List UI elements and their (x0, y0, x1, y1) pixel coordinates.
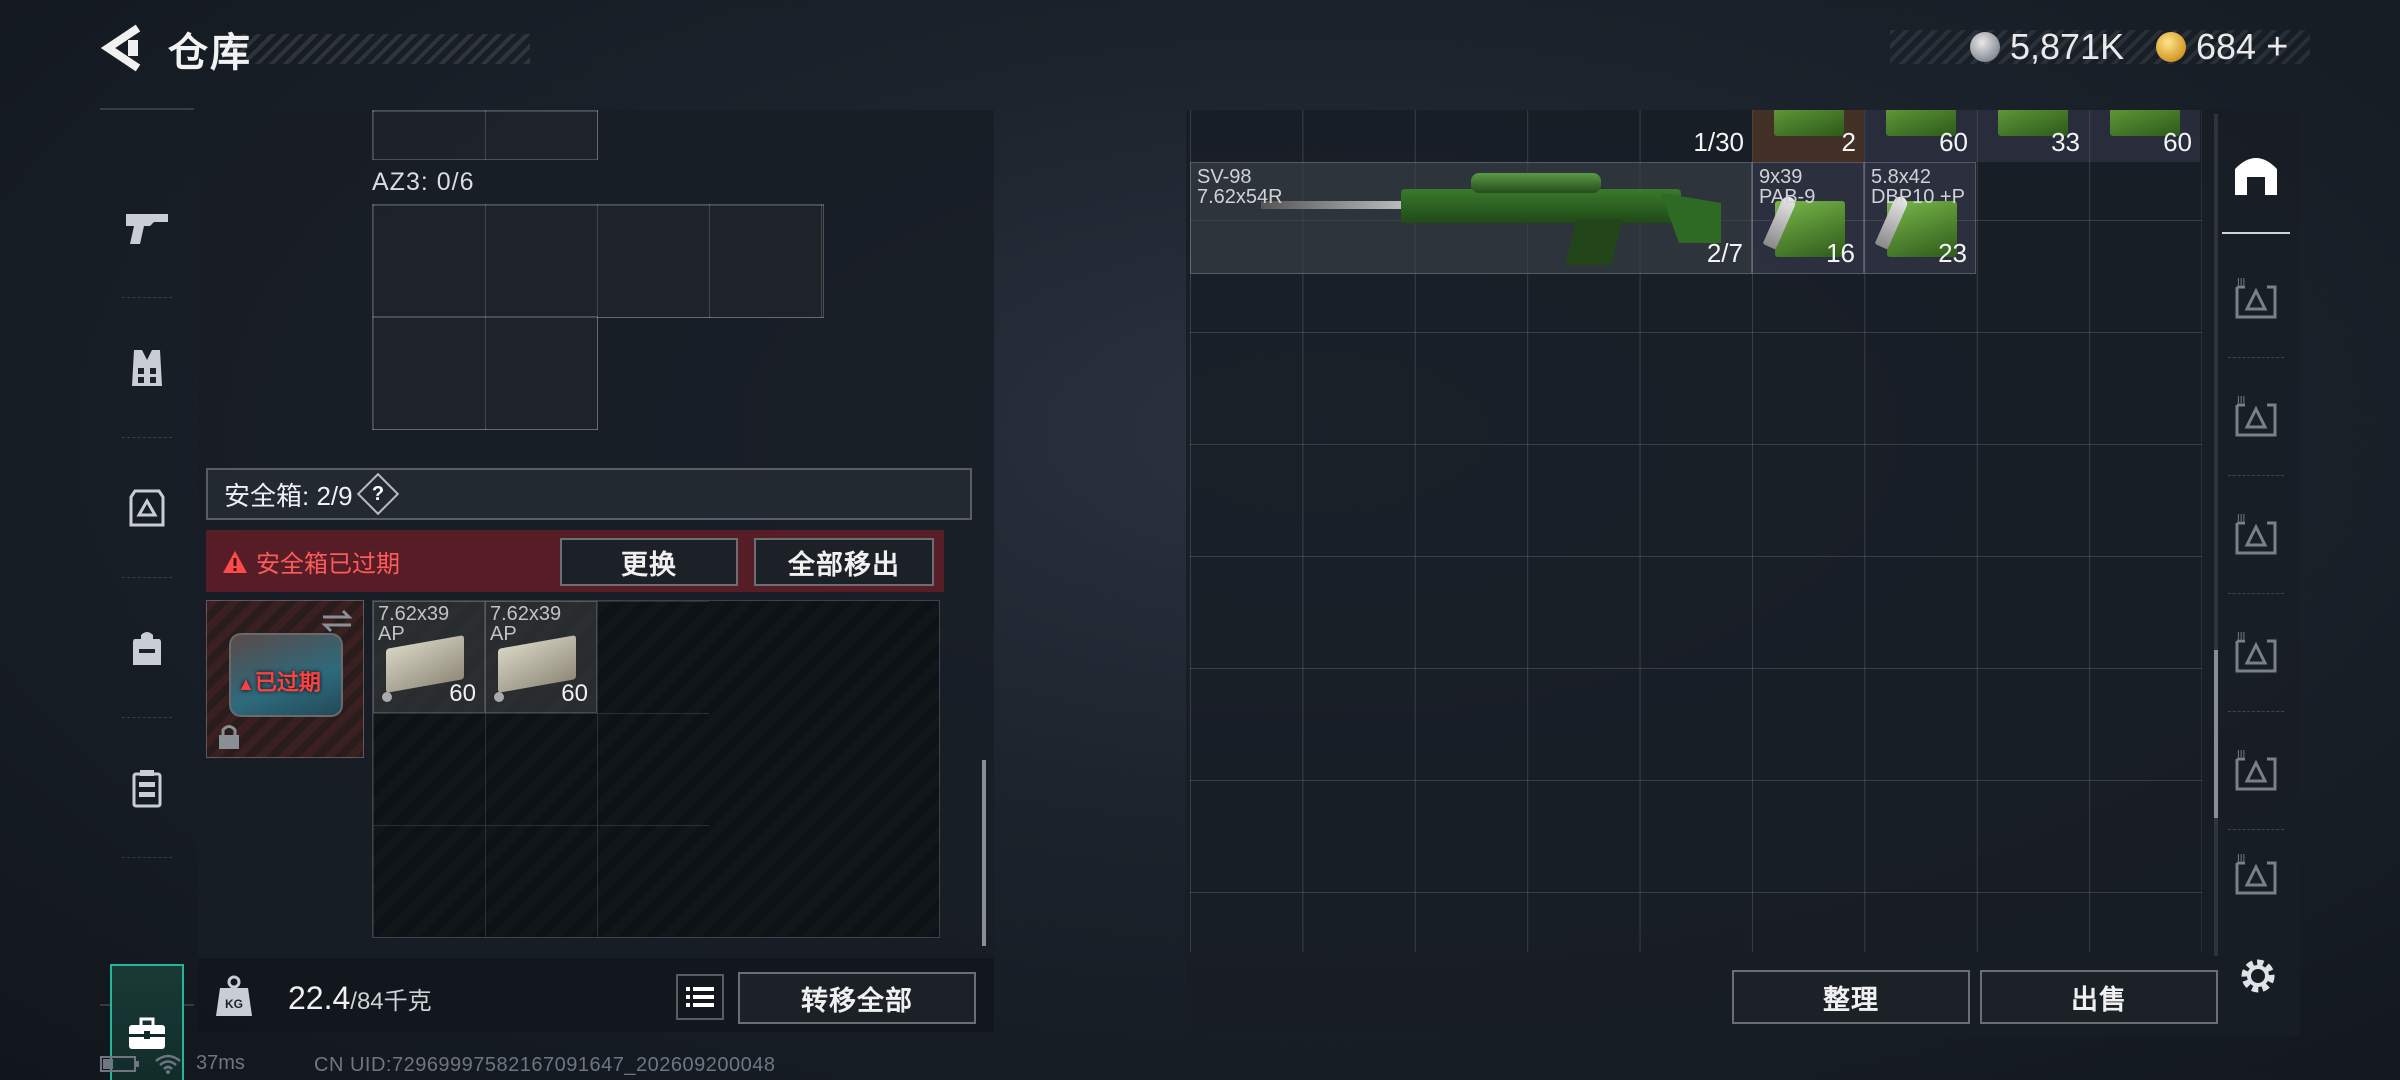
add-gold-button[interactable]: + (2266, 26, 2288, 69)
safe-case-slot[interactable]: ▲已过期 (206, 600, 364, 758)
safe-case-icon (129, 1017, 165, 1049)
container-label: AZ3: 0/6 (372, 168, 475, 196)
stash-tabs: III III III III III III (2222, 116, 2290, 916)
list-view-button[interactable] (676, 974, 724, 1020)
ammo-item[interactable]: 7.62x39 AP 60 (485, 601, 597, 713)
list-icon (686, 987, 714, 1007)
case-expired-label: ▲已过期 (237, 670, 321, 695)
silver-currency: 5,871K (1970, 24, 2124, 70)
rail-vest[interactable] (100, 298, 194, 438)
container-grid-row2[interactable] (372, 316, 598, 430)
svg-text:III: III (2237, 395, 2245, 406)
sell-button[interactable]: 出售 (1980, 970, 2218, 1024)
stash-item[interactable]: 1/30 (1640, 110, 1752, 162)
gold-coin-icon (2156, 32, 2186, 62)
right-scrollbar[interactable] (2214, 650, 2218, 818)
vest-icon (132, 350, 162, 386)
organize-button[interactable]: 整理 (1732, 970, 1970, 1024)
weapon-icon (126, 214, 168, 244)
stash-tab-icon: III (2235, 631, 2277, 673)
rig-icon (132, 770, 162, 808)
rail-weapon[interactable] (100, 158, 194, 298)
rail-armor[interactable] (100, 438, 194, 578)
weight-icon: KG (216, 975, 252, 1016)
stash-tab-icon: III (2235, 395, 2277, 437)
stash-tab-1[interactable]: III (2222, 240, 2290, 358)
gold-amount: 684 (2196, 26, 2257, 67)
settings-button[interactable] (2236, 954, 2280, 998)
remove-all-button[interactable]: 全部移出 (754, 538, 934, 586)
safe-box-header: 安全箱: 2/9 ? (206, 468, 972, 520)
ammo-item[interactable]: 7.62x39 AP 60 (373, 601, 485, 713)
battery-icon (100, 1055, 139, 1072)
svg-text:KG: KG (225, 997, 243, 1011)
rifle-item[interactable]: SV-98 7.62x54R 2/7 (1190, 162, 1752, 274)
svg-text:III: III (2237, 277, 2245, 288)
rifle-name: SV-98 7.62x54R (1197, 166, 1283, 208)
ping-display: 37ms (196, 1052, 245, 1074)
title-decoration (228, 34, 530, 64)
help-icon[interactable]: ? (356, 472, 399, 516)
armor-icon (129, 489, 165, 527)
stash-home-icon (2235, 158, 2277, 195)
svg-text:III: III (2237, 749, 2245, 760)
gear-icon (2241, 959, 2275, 993)
backpack-icon (133, 632, 161, 665)
transfer-all-button[interactable]: 转移全部 (738, 972, 976, 1024)
container-grid-row1[interactable] (372, 204, 824, 318)
category-rail (100, 108, 194, 1080)
wifi-icon (155, 1054, 181, 1074)
stash-tab-5[interactable]: III (2222, 712, 2290, 830)
replace-button[interactable]: 更换 (560, 538, 738, 586)
stash-tab-icon: III (2235, 853, 2277, 895)
stash-tab-6[interactable]: III (2222, 830, 2290, 920)
stash-item[interactable]: 60 (2088, 110, 2200, 162)
stash-tab-main[interactable] (2222, 116, 2290, 234)
rail-rig[interactable] (100, 718, 194, 858)
stash-tab-4[interactable]: III (2222, 594, 2290, 712)
back-button[interactable] (98, 22, 146, 74)
safe-box-grid[interactable]: 7.62x39 AP 60 7.62x39 AP 60 (372, 600, 940, 938)
stash-item[interactable]: 2 (1752, 110, 1864, 162)
page-title: 仓库 (168, 31, 252, 75)
left-scrollbar[interactable] (982, 760, 986, 946)
user-id: CN UID:72969997582167091647_202609200048 (314, 1054, 776, 1076)
rifle-ammo-count: 2/7 (1706, 238, 1743, 268)
lock-icon (219, 725, 239, 749)
gold-currency[interactable]: 684 + (2156, 24, 2288, 70)
svg-text:III: III (2237, 631, 2245, 642)
silver-amount: 5,871K (2010, 26, 2125, 67)
expired-warning: 安全箱已过期 (222, 544, 400, 579)
stash-tab-icon: III (2235, 277, 2277, 319)
svg-text:III: III (2237, 513, 2245, 524)
safe-box-label: 安全箱: 2/9 (224, 480, 353, 511)
ammo-item[interactable]: 5.8x42 DBP10 +P 23 (1864, 162, 1976, 274)
stash-tab-3[interactable]: III (2222, 476, 2290, 594)
swap-icon[interactable] (319, 609, 355, 633)
weight-display: 22.4/84千克 (288, 980, 432, 1016)
warning-icon (223, 550, 247, 573)
ammo-item[interactable]: 9x39 PAB-9 16 (1752, 162, 1864, 274)
container-grid-top (372, 110, 598, 160)
stash-item[interactable]: 33 (1976, 110, 2088, 162)
stash-tab-icon: III (2235, 513, 2277, 555)
status-bar: 37ms (100, 1052, 245, 1075)
stash-item[interactable]: 60 (1864, 110, 1976, 162)
rail-backpack[interactable] (100, 578, 194, 718)
svg-text:III: III (2237, 853, 2245, 864)
stash-tab-icon: III (2235, 749, 2277, 791)
right-scroll-track (2214, 114, 2218, 956)
stash-tab-2[interactable]: III (2222, 358, 2290, 476)
silver-coin-icon (1970, 32, 2000, 62)
